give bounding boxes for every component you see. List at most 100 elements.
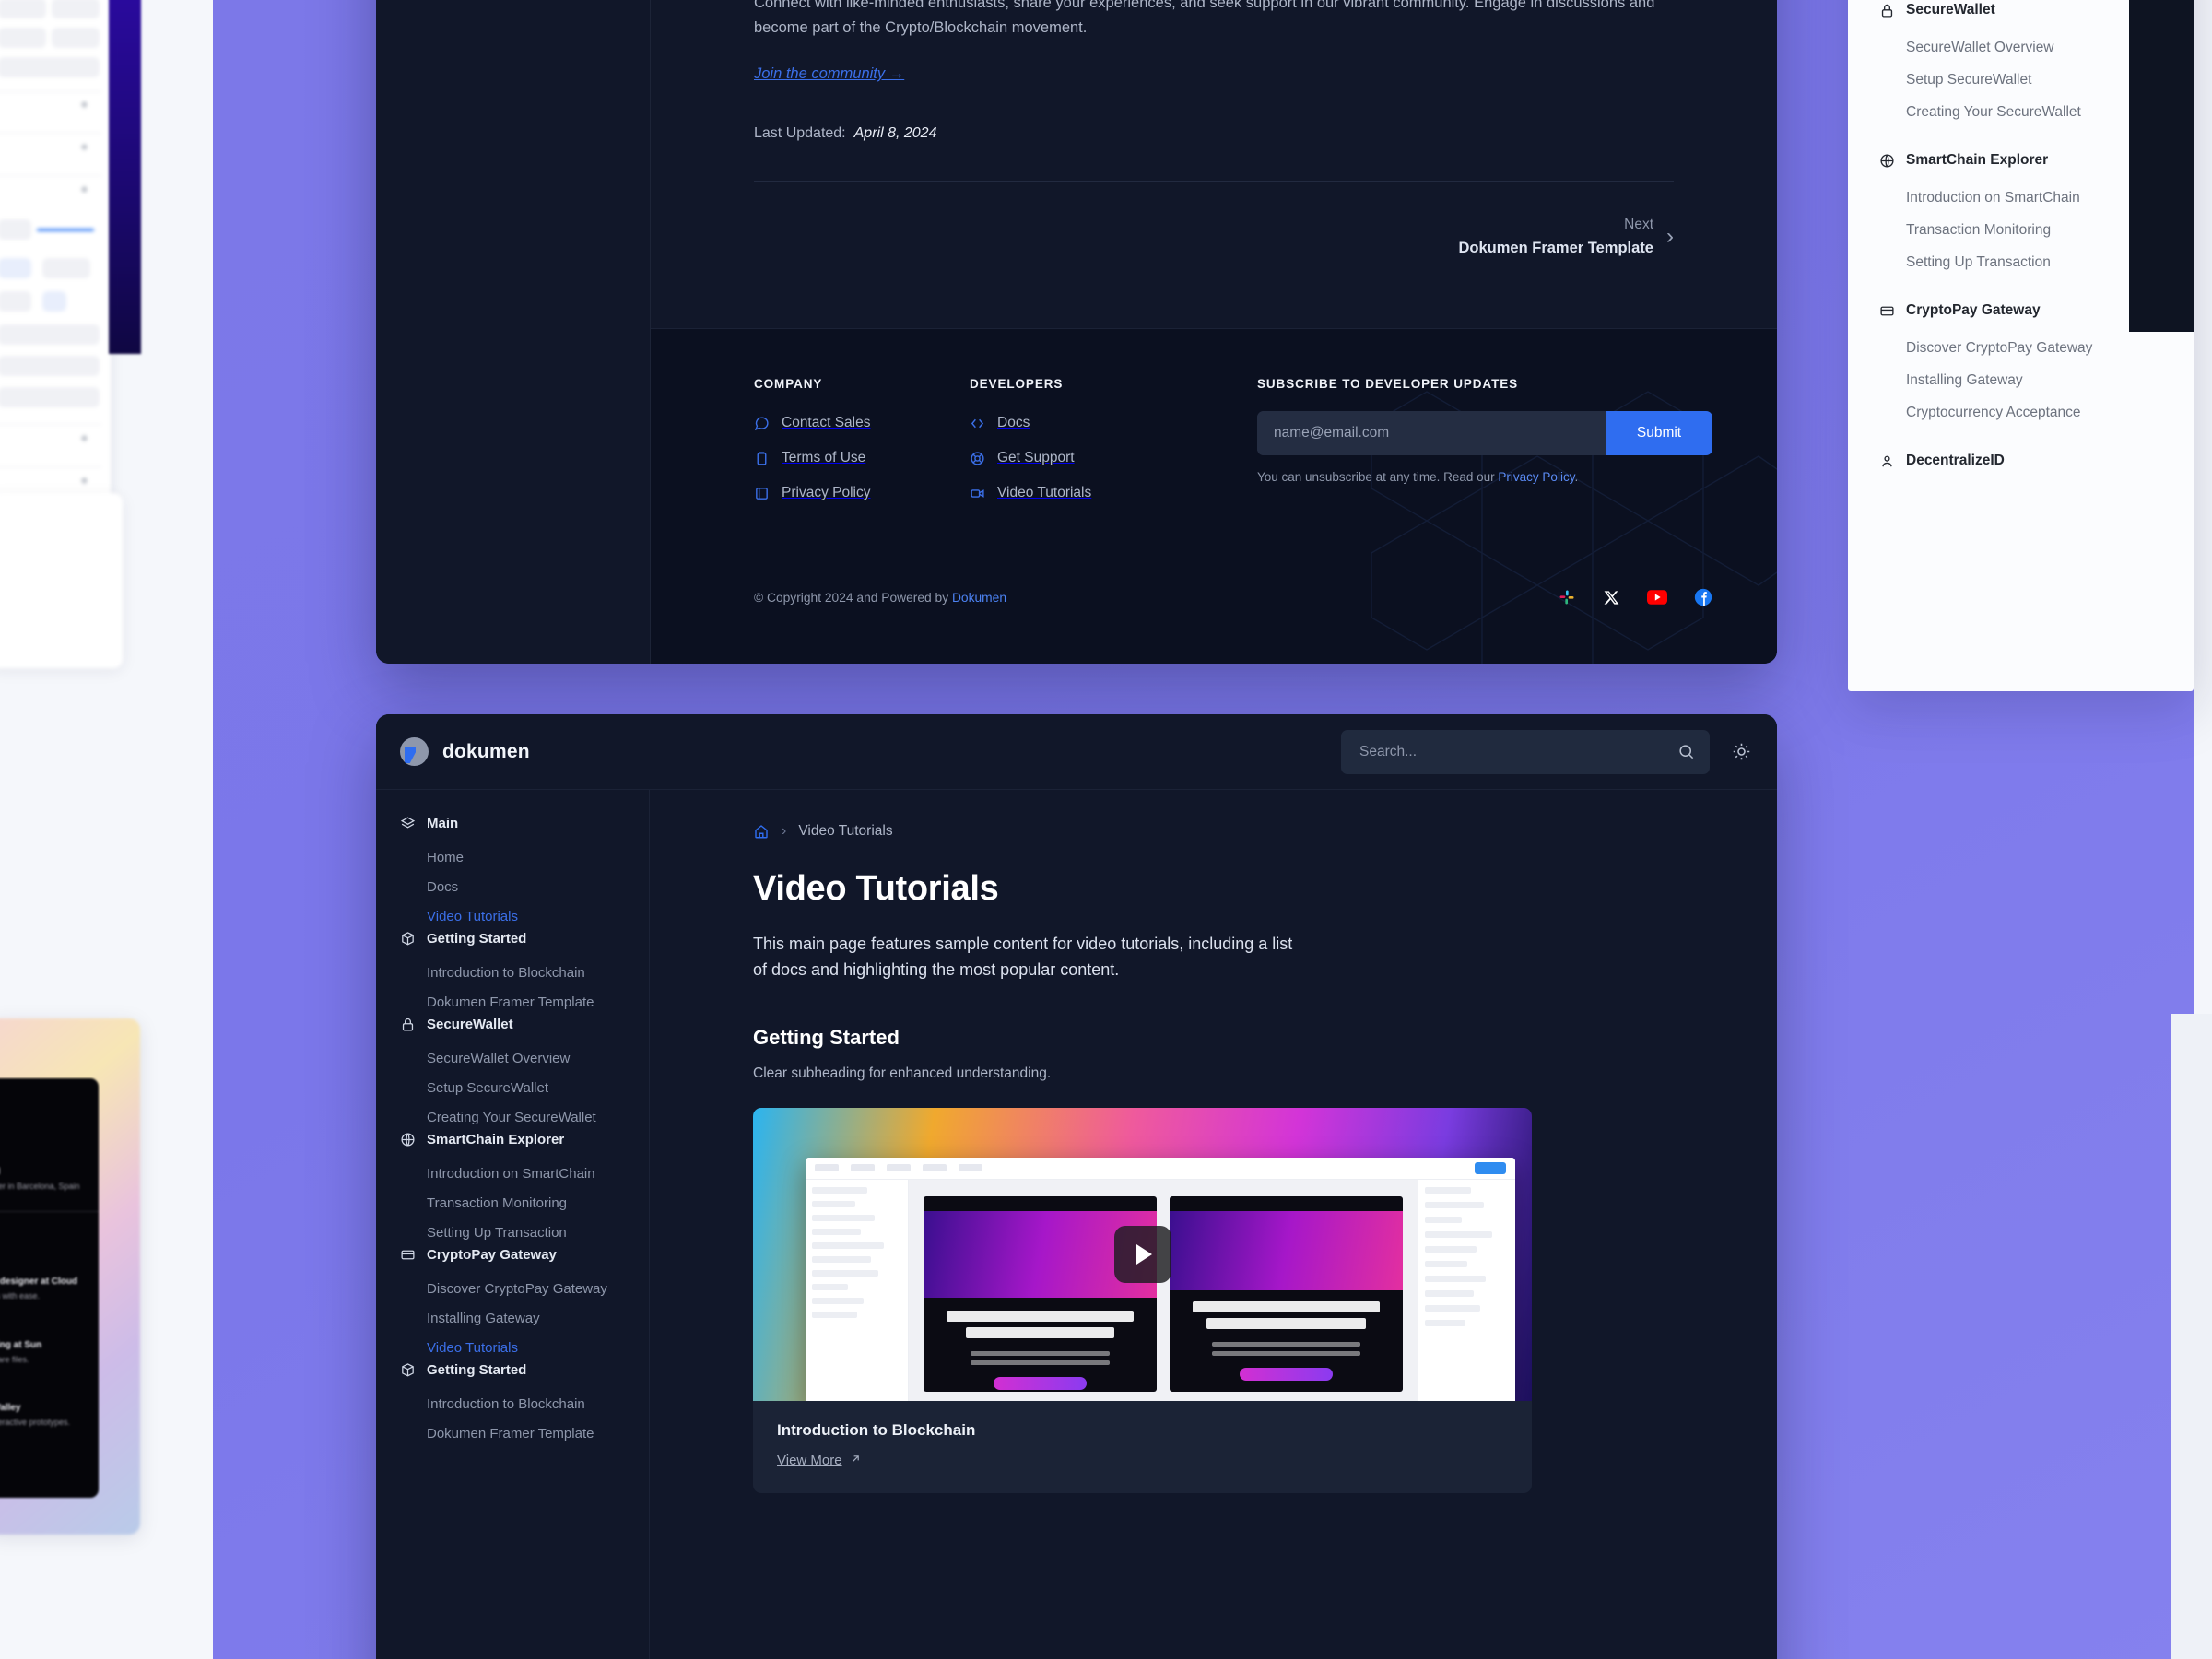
sidebar-item-cryptocurrency-acceptance[interactable]: Cryptocurrency Acceptance	[1879, 396, 2194, 429]
sidebar-group-header[interactable]: Main	[400, 816, 649, 831]
sidebar-item-video-tutorials-2[interactable]: Video Tutorials	[400, 1333, 649, 1362]
x-twitter-icon[interactable]	[1603, 589, 1620, 606]
sidebar-item-setting-up-transaction[interactable]: Setting Up Transaction	[400, 1218, 649, 1247]
sidebar-group-label: DecentralizeID	[1906, 453, 2005, 468]
blurred-profile-card: ud gner in Barcelona, Spain ct designer …	[0, 1078, 99, 1498]
last-updated-value: April 8, 2024	[853, 125, 937, 142]
join-community-link[interactable]: Join the community →	[754, 65, 904, 83]
sidebar-group-label: Getting Started	[427, 931, 527, 947]
sidebar-group-label: CryptoPay Gateway	[1906, 302, 2041, 318]
sidebar-group-securewallet: SecureWallet SecureWallet Overview Setup…	[400, 1017, 649, 1132]
page-lede: This main page features sample content f…	[753, 935, 1293, 980]
sidebar-item-installing-gateway[interactable]: Installing Gateway	[1879, 364, 2194, 396]
app-header: dokumen	[376, 714, 1777, 790]
sidebar-group-header[interactable]: SmartChain Explorer	[400, 1132, 649, 1147]
sidebar-item-introduction-to-blockchain[interactable]: Introduction to Blockchain	[400, 958, 649, 987]
footer-link-privacy-policy[interactable]: Privacy Policy	[754, 485, 970, 501]
sidebar-item-video-tutorials[interactable]: Video Tutorials	[400, 901, 649, 931]
blurred-inspector-panel	[0, 0, 111, 538]
sidebar-item-introduction-on-smartchain[interactable]: Introduction on SmartChain	[400, 1159, 649, 1188]
last-updated: Last Updated: April 8, 2024	[754, 125, 1674, 142]
copyright-prefix: © Copyright 2024 and Powered by	[754, 590, 952, 605]
code-brackets-icon	[970, 416, 985, 431]
sun-icon[interactable]	[1732, 742, 1751, 761]
next-label: Next	[1624, 217, 1653, 233]
slack-icon[interactable]	[1558, 588, 1576, 606]
subscribe-email-input[interactable]	[1257, 411, 1606, 455]
footer-link-label: Get Support	[997, 450, 1075, 465]
top-card-sidebar	[376, 0, 651, 664]
sidebar-group-header[interactable]: Getting Started	[400, 931, 649, 947]
bottom-docs-card: dokumen Main	[376, 714, 1777, 1659]
view-more-link[interactable]: View More	[777, 1453, 862, 1468]
footer-link-video-tutorials[interactable]: Video Tutorials	[970, 485, 1257, 501]
credit-card-icon	[1879, 303, 1895, 319]
layers-icon	[400, 816, 416, 831]
sidebar-group-header[interactable]: Getting Started	[400, 1362, 649, 1378]
video-thumbnail[interactable]	[753, 1107, 1532, 1401]
footer-link-docs[interactable]: Docs	[970, 415, 1257, 431]
footer-developers-heading: DEVELOPERS	[970, 377, 1064, 391]
footer-link-contact-sales[interactable]: Contact Sales	[754, 415, 970, 431]
last-updated-label: Last Updated:	[754, 125, 846, 142]
sidebar-item-creating-your-securewallet[interactable]: Creating Your SecureWallet	[400, 1102, 649, 1132]
search-box[interactable]	[1341, 729, 1710, 774]
facebook-icon[interactable]	[1694, 588, 1712, 606]
box-icon	[400, 931, 416, 947]
search-icon[interactable]	[1677, 743, 1695, 760]
sidebar-item-discover-cryptopay-gateway[interactable]: Discover CryptoPay Gateway	[400, 1274, 649, 1303]
consent-tail: .	[1574, 470, 1579, 484]
youtube-icon[interactable]	[1647, 590, 1667, 605]
breadcrumb-current: Video Tutorials	[798, 823, 893, 839]
consent-text: You can unsubscribe at any time. Read ou…	[1257, 470, 1499, 484]
sidebar-item-home[interactable]: Home	[400, 842, 649, 872]
globe-icon	[1879, 153, 1895, 169]
top-docs-card: Connect with like-minded enthusiasts, sh…	[376, 0, 1777, 664]
search-input[interactable]	[1359, 743, 1668, 760]
brand[interactable]: dokumen	[400, 737, 530, 766]
sidebar-group-label: SmartChain Explorer	[1906, 152, 2049, 168]
sidebar-item-introduction-to-blockchain-2[interactable]: Introduction to Blockchain	[400, 1389, 649, 1418]
footer-company-column: COMPANY Contact Sales Terms of Use Priva…	[754, 377, 970, 520]
breadcrumb-separator: ›	[782, 823, 787, 839]
footer-link-label: Privacy Policy	[782, 485, 871, 500]
sidebar-item-transaction-monitoring[interactable]: Transaction Monitoring	[400, 1188, 649, 1218]
left-blurred-strip: ud gner in Barcelona, Spain ct designer …	[0, 0, 213, 1659]
divider	[754, 181, 1674, 182]
copyright-text: © Copyright 2024 and Powered by Dokumen	[754, 591, 1006, 605]
subscribe-heading: SUBSCRIBE TO DEVELOPER UPDATES	[1257, 377, 1519, 391]
right-light-sidebar-panel: Introduction to Blockchain Dokumen Frame…	[1848, 0, 2194, 691]
sidebar-group-label: SmartChain Explorer	[427, 1132, 565, 1147]
sidebar-item-setup-securewallet[interactable]: Setup SecureWallet	[400, 1073, 649, 1102]
sidebar-group-header[interactable]: SecureWallet	[400, 1017, 649, 1032]
sidebar-group-label: SecureWallet	[427, 1017, 513, 1032]
sidebar-group-header[interactable]: DecentralizeID	[1879, 453, 2194, 469]
docs-sidebar[interactable]: Main Home Docs Video Tutorials Getting S…	[376, 790, 650, 1659]
footer-link-label: Video Tutorials	[997, 485, 1092, 500]
copyright-brand: Dokumen	[951, 590, 1007, 605]
subscribe-submit-button[interactable]: Submit	[1606, 411, 1712, 455]
footer-link-label: Docs	[997, 415, 1030, 430]
footer-link-label: Terms of Use	[782, 450, 866, 465]
blurred-white-card	[0, 493, 123, 668]
sidebar-group-label: Main	[427, 816, 459, 831]
video-card[interactable]: Introduction to Blockchain View More	[753, 1107, 1532, 1493]
sidebar-item-dokumen-framer-template-2[interactable]: Dokumen Framer Template	[400, 1418, 649, 1448]
sidebar-group-header[interactable]: CryptoPay Gateway	[400, 1247, 649, 1263]
next-page-nav[interactable]: Next Dokumen Framer Template ›	[754, 217, 1674, 257]
consent-privacy-link[interactable]: Privacy Policy	[1498, 470, 1574, 484]
sidebar-item-discover-cryptopay-gateway[interactable]: Discover CryptoPay Gateway	[1879, 332, 2194, 364]
footer-link-terms-of-use[interactable]: Terms of Use	[754, 450, 970, 466]
home-icon[interactable]	[753, 823, 770, 840]
page-title: Video Tutorials	[753, 869, 999, 908]
sidebar-item-securewallet-overview[interactable]: SecureWallet Overview	[400, 1043, 649, 1073]
credit-card-icon	[400, 1247, 416, 1263]
footer-link-get-support[interactable]: Get Support	[970, 450, 1257, 466]
play-icon[interactable]	[1113, 1225, 1171, 1283]
sidebar-item-dokumen-framer-template[interactable]: Dokumen Framer Template	[400, 987, 649, 1017]
footer-link-label: Contact Sales	[782, 415, 871, 430]
sidebar-group-smartchain-explorer: SmartChain Explorer Introduction on Smar…	[400, 1132, 649, 1247]
sidebar-item-installing-gateway[interactable]: Installing Gateway	[400, 1303, 649, 1333]
sidebar-group-label: CryptoPay Gateway	[427, 1247, 557, 1263]
sidebar-item-docs[interactable]: Docs	[400, 872, 649, 901]
